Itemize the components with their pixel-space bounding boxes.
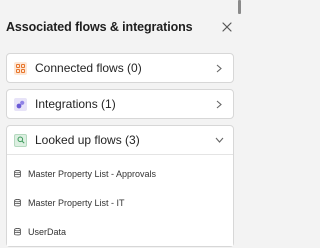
close-icon [222,22,232,32]
connected-flows-row[interactable]: Connected flows (0) [7,54,233,82]
chevron-right-icon [213,98,225,110]
integrations-row[interactable]: Integrations (1) [7,90,233,118]
database-icon [14,169,21,177]
lookup-item-label: UserData [28,226,67,237]
close-button[interactable] [218,18,236,36]
panel-header: Associated flows & integrations [6,14,236,40]
integrations-label: Integrations (1) [35,97,116,111]
lookup-item-label: Master Property List - Approvals [28,168,157,179]
looked-up-flows-row[interactable]: Looked up flows (3) [7,126,233,154]
connected-flows-label: Connected flows (0) [35,61,142,75]
chevron-down-icon [213,134,225,146]
list-item[interactable]: UserData [7,217,233,246]
chevron-right-icon [213,62,225,74]
panel-title: Associated flows & integrations [6,20,193,34]
looked-up-flows-list: Master Property List - Approvals Master … [7,154,233,246]
scrollbar-thumb[interactable] [238,0,241,14]
list-item[interactable]: Master Property List - IT [7,188,233,217]
lookup-search-icon [14,133,27,147]
database-icon [14,227,21,235]
list-item[interactable]: Master Property List - Approvals [7,159,233,188]
lookup-item-label: Master Property List - IT [28,197,125,208]
looked-up-flows-label: Looked up flows (3) [35,133,140,147]
integrations-icon [14,97,27,111]
section-integrations[interactable]: Integrations (1) [6,89,234,119]
connected-flows-icon [14,61,27,75]
section-connected-flows[interactable]: Connected flows (0) [6,53,234,83]
database-icon [14,198,21,206]
associated-flows-panel: Associated flows & integrations Connecte… [0,0,241,248]
section-looked-up-flows[interactable]: Looked up flows (3) Master Property List… [6,125,234,247]
